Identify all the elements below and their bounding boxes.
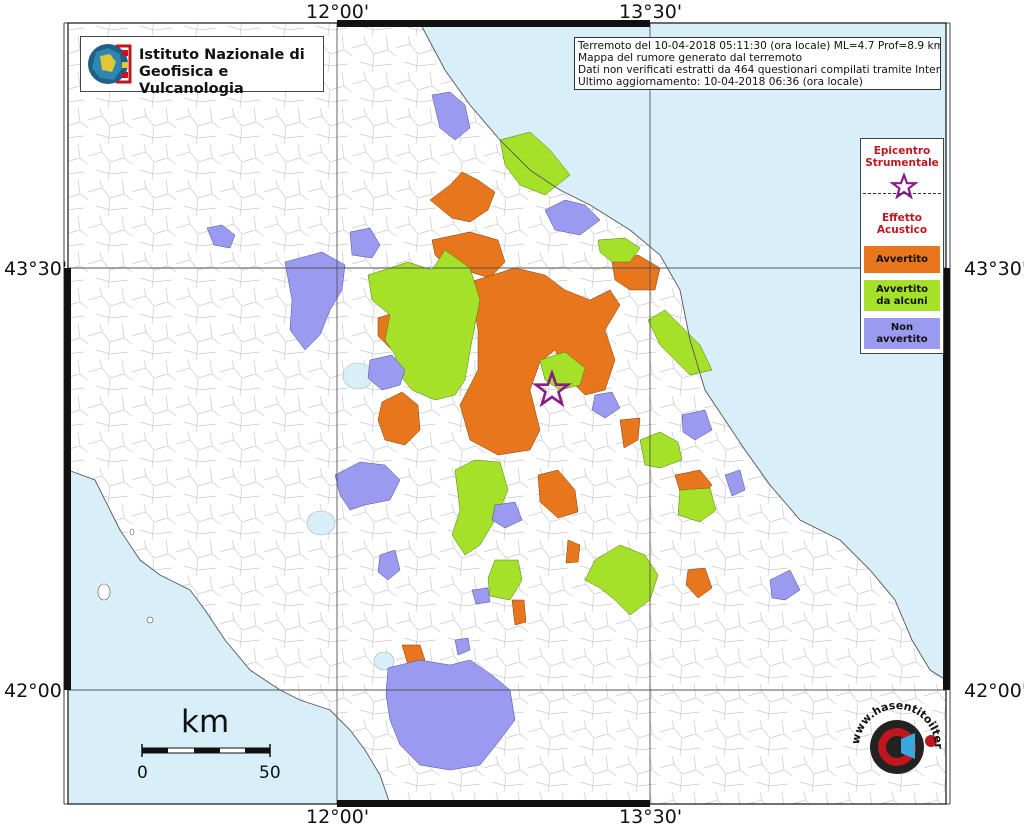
legend: Epicentro Strumentale Effetto Acustico A… — [860, 138, 944, 354]
event-info-box: Terremoto del 10-04-2018 05:11:30 (ora l… — [574, 37, 941, 90]
legend-epicentre-title-2: Strumentale — [865, 157, 939, 169]
institute-name-line2: Geofisica e Vulcanologia — [139, 64, 244, 97]
institute-logo-box: Istituto Nazionale di Geofisica e Vulcan… — [80, 36, 324, 97]
legend-epicentre-title-1: Epicentro — [873, 145, 931, 157]
event-info-line2: Mappa del rumore generato dal terremoto — [578, 52, 803, 64]
event-info-line4: Ultimo aggiornamento: 10-04-2018 06:36 (… — [578, 76, 863, 88]
event-info-line3: Dati non verificati estratti da 464 ques… — [578, 64, 941, 76]
legend-felt-some-swatch: Avvertito da alcuni — [864, 280, 940, 311]
legend-effect-title-2: Acustico — [876, 224, 928, 236]
legend-not-felt-label-1: Non — [890, 321, 914, 333]
institute-name-line1: Istituto Nazionale di — [139, 47, 305, 63]
scale-min-label: 0 — [137, 763, 148, 783]
legend-star-icon — [890, 173, 918, 199]
hasentito-logo-icon: www.hasentitoilterremoto.it — [845, 695, 945, 774]
event-info-line1: Terremoto del 10-04-2018 05:11:30 (ora l… — [578, 40, 941, 52]
legend-divider — [863, 193, 941, 194]
legend-effect-title-1: Effetto — [881, 212, 923, 224]
island — [146, 616, 154, 624]
globe-logo-icon — [88, 44, 132, 84]
lake-bolsena — [306, 510, 336, 536]
legend-felt-some-label-2: da alcuni — [876, 295, 928, 307]
legend-not-felt-swatch: Non avvertito — [864, 318, 940, 349]
island — [97, 583, 111, 601]
legend-not-felt-label-2: avvertito — [876, 333, 928, 345]
legend-felt-some-label-1: Avvertito — [876, 283, 928, 295]
legend-felt-label: Avvertito — [876, 253, 928, 265]
legend-felt-swatch: Avvertito — [864, 246, 940, 273]
scale-unit-label: km — [181, 704, 230, 740]
island — [129, 528, 135, 536]
scale-max-label: 50 — [259, 763, 281, 783]
